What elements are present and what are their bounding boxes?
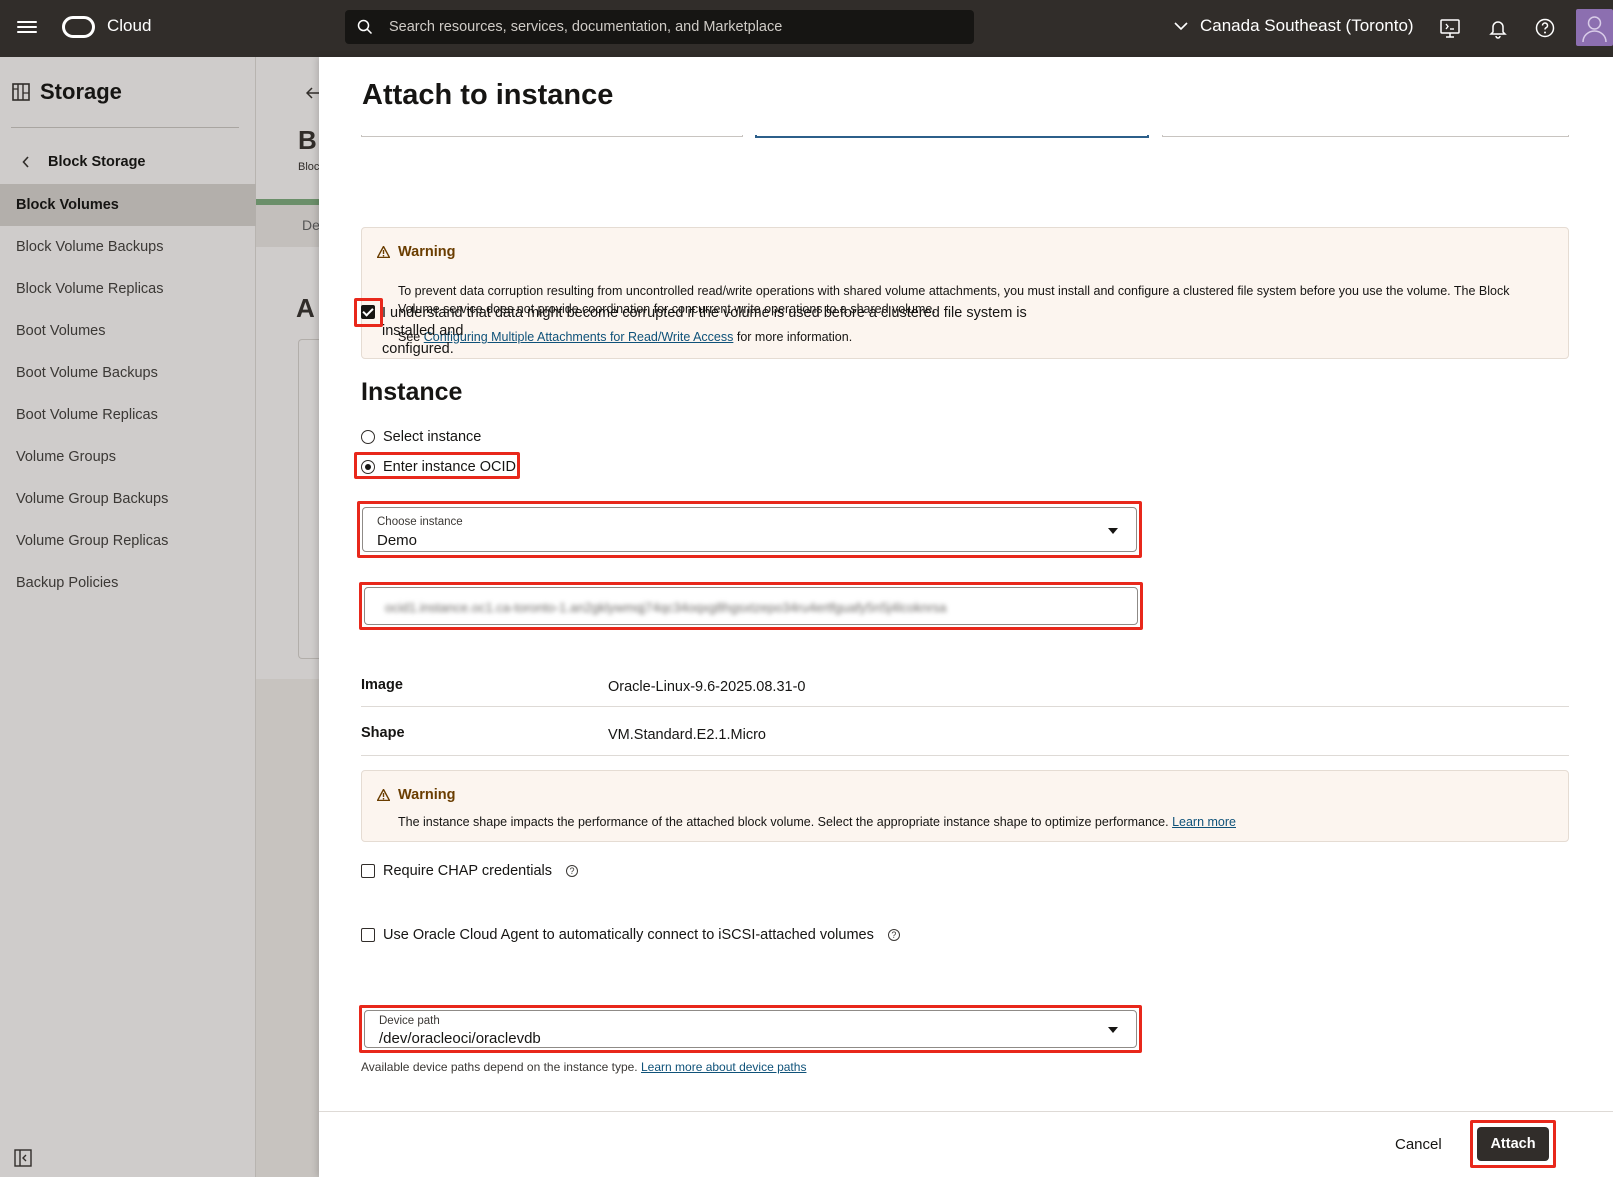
shape-warning-text: The instance shape impacts the performan… xyxy=(398,815,1169,829)
agent-checkbox[interactable] xyxy=(361,928,375,942)
chevron-down-icon xyxy=(1174,22,1188,31)
sidebar-item-block-volumes[interactable]: Block Volumes xyxy=(0,184,256,226)
warning-header-2: Warning xyxy=(377,787,455,803)
panel-title: Attach to instance xyxy=(362,79,614,111)
bg-subtitle-fragment: Bloc xyxy=(298,161,320,173)
bg-tab-fragment: De xyxy=(302,217,320,233)
sidebar-item-volume-group-replicas[interactable]: Volume Group Replicas xyxy=(0,520,256,562)
choose-instance-value: Demo xyxy=(377,532,418,549)
warning-heading-2: Warning xyxy=(398,787,456,803)
bg-heading-fragment: A xyxy=(296,293,315,323)
panel-footer: Cancel Attach xyxy=(319,1111,1613,1177)
cloud-shell-icon[interactable] xyxy=(1439,17,1461,39)
nav-title: Storage xyxy=(40,79,122,104)
chap-label: Require CHAP credentials xyxy=(383,863,552,879)
image-label: Image xyxy=(361,677,403,693)
device-path-value: /dev/oracleoci/oraclevdb xyxy=(379,1030,541,1047)
chap-row: Require CHAP credentials ? xyxy=(361,863,578,879)
bg-lower xyxy=(256,679,320,1177)
sidebar-item-boot-volumes[interactable]: Boot Volumes xyxy=(0,310,256,352)
region-selector[interactable]: Canada Southeast (Toronto) xyxy=(1174,16,1414,36)
sidebar-item-volume-group-backups[interactable]: Volume Group Backups xyxy=(0,478,256,520)
nav-back-label: Block Storage xyxy=(48,154,146,170)
chap-checkbox[interactable] xyxy=(361,864,375,878)
device-help-text: Available device paths depend on the ins… xyxy=(361,1060,638,1074)
warning-header: Warning xyxy=(377,244,455,260)
caret-down-icon xyxy=(1108,528,1118,534)
agent-help-icon[interactable]: ? xyxy=(887,929,900,941)
cut-field-1 xyxy=(361,135,743,137)
chevron-left-icon xyxy=(22,156,29,168)
device-path-select[interactable]: Device path /dev/oracleoci/oraclevdb xyxy=(364,1010,1137,1048)
sidebar-item-boot-volume-backups[interactable]: Boot Volume Backups xyxy=(0,352,256,394)
choose-instance-label: Choose instance xyxy=(377,516,463,528)
warning-text-2: The instance shape impacts the performan… xyxy=(398,813,1236,831)
sidebar-item-volume-groups[interactable]: Volume Groups xyxy=(0,436,256,478)
shape-label: Shape xyxy=(361,725,405,741)
warning-box-shape: Warning The instance shape impacts the p… xyxy=(361,770,1569,842)
caret-down-icon xyxy=(1108,1027,1118,1033)
image-value: Oracle-Linux-9.6-2025.08.31-0 xyxy=(608,679,806,695)
cut-field-3 xyxy=(1162,135,1569,137)
bell-icon[interactable] xyxy=(1487,17,1509,39)
ack-line-1: I understand that data might become corr… xyxy=(382,305,1027,339)
chap-help-icon[interactable]: ? xyxy=(565,865,578,877)
region-label: Canada Southeast (Toronto) xyxy=(1200,16,1414,35)
acknowledge-checkbox[interactable] xyxy=(361,305,375,319)
details-divider-1 xyxy=(361,706,1569,707)
attach-button[interactable]: Attach xyxy=(1477,1127,1549,1161)
learn-more-link[interactable]: Learn more xyxy=(1172,815,1236,829)
choose-instance-select[interactable]: Choose instance Demo xyxy=(362,507,1137,552)
nav-list: Block Volumes Block Volume Backups Block… xyxy=(0,184,256,604)
ocid-input[interactable]: ocid1.instance.oc1.ca-toronto-1.an2gklyw… xyxy=(364,587,1138,625)
ack-line-2: configured. xyxy=(382,341,454,357)
nav-divider xyxy=(11,127,239,128)
user-avatar[interactable] xyxy=(1576,9,1613,46)
brand-label[interactable]: Cloud xyxy=(107,16,151,36)
search-bar[interactable] xyxy=(345,10,974,44)
nav-back-block-storage[interactable]: Block Storage xyxy=(22,154,146,170)
bg-card xyxy=(298,339,320,659)
radio-enter-ocid-button[interactable] xyxy=(361,460,375,474)
bg-title-fragment: B xyxy=(298,125,317,155)
cut-field-2 xyxy=(755,135,1149,138)
sidebar-item-backup-policies[interactable]: Backup Policies xyxy=(0,562,256,604)
agent-row: Use Oracle Cloud Agent to automatically … xyxy=(361,927,900,943)
attach-panel: Attach to instance Warning To prevent da… xyxy=(319,57,1613,1177)
details-divider-2 xyxy=(361,755,1569,756)
storage-icon xyxy=(12,83,30,101)
instance-heading: Instance xyxy=(361,378,463,406)
radio-enter-ocid[interactable]: Enter instance OCID xyxy=(361,459,516,475)
search-input[interactable] xyxy=(389,10,959,44)
radio-enter-ocid-label: Enter instance OCID xyxy=(383,459,516,475)
radio-select-instance-label: Select instance xyxy=(383,429,482,445)
ocid-value[interactable]: ocid1.instance.oc1.ca-toronto-1.an2gklyw… xyxy=(385,600,947,615)
shape-value: VM.Standard.E2.1.Micro xyxy=(608,727,766,743)
search-icon xyxy=(357,19,373,35)
sidebar-item-boot-volume-replicas[interactable]: Boot Volume Replicas xyxy=(0,394,256,436)
left-nav: Storage Block Storage Block Volumes Bloc… xyxy=(0,57,256,1177)
panel-scroll-area: Warning To prevent data corruption resul… xyxy=(319,135,1613,1165)
sidebar-item-block-volume-replicas[interactable]: Block Volume Replicas xyxy=(0,268,256,310)
acknowledge-label: I understand that data might become corr… xyxy=(382,304,1082,358)
arrow-left-icon[interactable] xyxy=(306,87,320,99)
device-path-label: Device path xyxy=(379,1015,440,1027)
radio-select-instance-button[interactable] xyxy=(361,430,375,444)
collapse-sidebar-icon[interactable] xyxy=(14,1149,32,1167)
background-page: B Bloc De A xyxy=(256,57,320,1177)
menu-icon[interactable] xyxy=(17,18,37,38)
device-paths-link[interactable]: Learn more about device paths xyxy=(641,1060,806,1074)
sidebar-item-block-volume-backups[interactable]: Block Volume Backups xyxy=(0,226,256,268)
cancel-button[interactable]: Cancel xyxy=(1379,1129,1458,1159)
warning-icon xyxy=(377,246,390,258)
oracle-logo-icon[interactable] xyxy=(62,16,95,38)
warning-heading: Warning xyxy=(398,244,456,260)
help-icon[interactable] xyxy=(1534,17,1556,39)
agent-label: Use Oracle Cloud Agent to automatically … xyxy=(383,927,874,943)
top-bar: Cloud Canada Southeast (Toronto) xyxy=(0,0,1613,57)
radio-select-instance[interactable]: Select instance xyxy=(361,429,481,445)
device-path-help: Available device paths depend on the ins… xyxy=(361,1060,806,1074)
nav-header: Storage xyxy=(12,79,122,105)
warning-icon xyxy=(377,789,390,801)
